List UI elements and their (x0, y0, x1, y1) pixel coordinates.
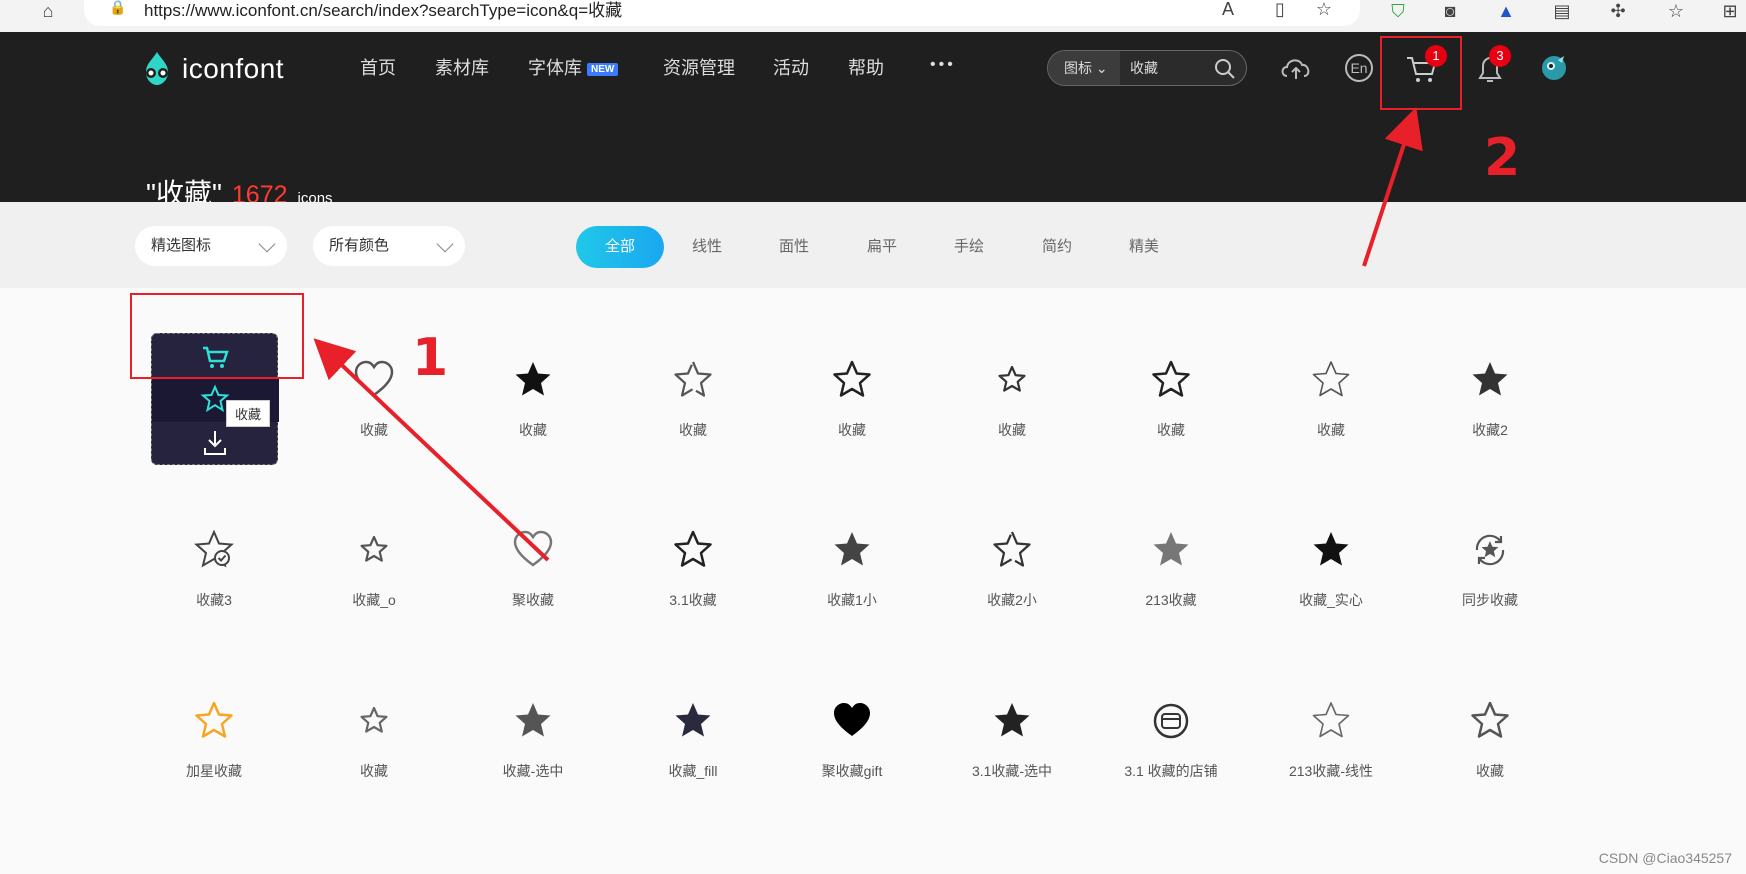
watermark: CSDN @Ciao345257 (1598, 850, 1732, 866)
annotation-label-1: 1 (412, 328, 449, 388)
annotation-arrow-2 (1362, 106, 1423, 267)
annotation-label-2: 2 (1484, 128, 1521, 188)
